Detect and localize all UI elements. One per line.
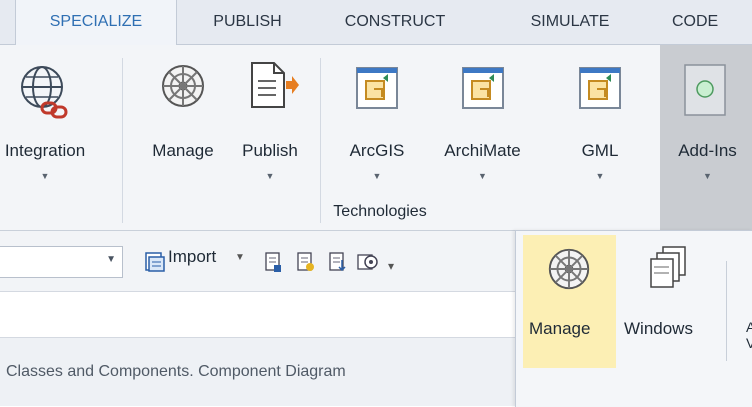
toolbar-doc-icon-1[interactable] [262, 251, 284, 273]
diagram-toolbar: ▼ Import ▼ ▾ [0, 231, 520, 292]
archimate-label: ArchiMate [444, 141, 521, 160]
integration-button[interactable]: Integration ▼ [0, 45, 110, 195]
import-dropdown-arrow-icon[interactable]: ▼ [235, 252, 245, 263]
archimate-dropdown-arrow: ▼ [478, 171, 487, 181]
integration-globe-icon [21, 66, 68, 119]
tab-code[interactable]: CODE [672, 0, 752, 44]
manage-button[interactable]: Manage [138, 45, 228, 195]
manage-wheel-icon [548, 248, 590, 290]
technologies-group-label: Technologies [333, 203, 427, 220]
popup-manage-button[interactable]: Manage [523, 235, 616, 368]
addins-button[interactable]: Add-Ins ▼ [665, 45, 750, 195]
combo-arrow-icon[interactable]: ▼ [106, 254, 116, 265]
gml-button[interactable]: GML ▼ [555, 45, 645, 195]
tab-simulate[interactable]: SIMULATE [480, 0, 660, 44]
ribbon-separator [320, 58, 321, 223]
gml-dropdown-arrow: ▼ [595, 171, 605, 181]
import-icon [145, 252, 165, 272]
toolbar-doc-icon-2[interactable] [294, 251, 316, 273]
arcgis-technology-icon [356, 67, 398, 109]
diagram-breadcrumb: Classes and Components. Component Diagra… [0, 338, 520, 406]
addins-dropdown-arrow: ▼ [703, 171, 712, 181]
toolbar-overflow-icon[interactable]: ▾ [388, 259, 394, 273]
popup-windows-label: Windows [624, 319, 693, 338]
addins-icon [684, 64, 726, 116]
popup-partial-button-label: A V [746, 319, 752, 351]
publish-document-icon [251, 62, 299, 108]
manage-wheel-icon [162, 65, 204, 107]
gml-label: GML [581, 141, 619, 160]
popup-separator [726, 261, 727, 361]
archimate-button[interactable]: ArchiMate ▼ [430, 45, 535, 195]
integration-dropdown-arrow: ▼ [40, 171, 50, 181]
arcgis-dropdown-arrow: ▼ [372, 171, 382, 181]
publish-button[interactable]: Publish ▼ [230, 45, 310, 195]
import-button[interactable]: Import [168, 247, 216, 267]
ribbon-separator [122, 58, 123, 223]
archimate-technology-icon [462, 67, 504, 109]
arcgis-label: ArcGIS [349, 141, 405, 160]
manage-label: Manage [152, 141, 214, 160]
ribbon-tab-bar: SPECIALIZE PUBLISH CONSTRUCT SIMULATE CO… [0, 0, 752, 45]
toolbar-doc-icon-3[interactable] [326, 251, 348, 273]
gml-technology-icon [579, 67, 621, 109]
publish-label: Publish [242, 141, 298, 160]
tab-publish[interactable]: PUBLISH [185, 0, 310, 44]
addins-label: Add-Ins [678, 141, 737, 160]
publish-dropdown-arrow: ▼ [265, 171, 275, 181]
popup-windows-button[interactable]: Windows [621, 235, 717, 368]
popup-manage-label: Manage [529, 319, 591, 338]
element-combo-box[interactable]: ▼ [0, 246, 123, 278]
manage-dropdown-panel: Manage Windows A V [515, 230, 752, 407]
tab-construct[interactable]: CONSTRUCT [320, 0, 470, 44]
integration-label: Integration [4, 141, 86, 160]
arcgis-button[interactable]: ArcGIS ▼ [332, 45, 422, 195]
windows-stack-icon [650, 246, 686, 288]
tab-specialize[interactable]: SPECIALIZE [15, 0, 177, 45]
toolbar-settings-icon[interactable] [356, 251, 380, 273]
breadcrumb-path: Classes and Components. Component Diagra… [6, 363, 346, 380]
diagram-filter-strip [0, 292, 520, 338]
